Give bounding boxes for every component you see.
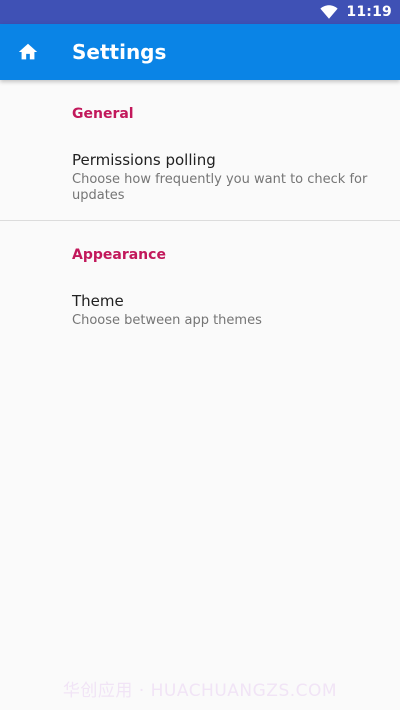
- page-title: Settings: [72, 40, 167, 64]
- watermark: 华创应用 · HUACHUANGZS.COM: [62, 681, 338, 701]
- status-bar: 11:19: [0, 0, 400, 24]
- pref-title: Theme: [72, 292, 124, 310]
- category-general: General: [72, 106, 134, 122]
- pref-summary: Choose between app themes: [72, 313, 262, 328]
- pref-theme[interactable]: Theme Choose between app themes: [0, 273, 400, 345]
- status-time: 11:19: [346, 4, 392, 20]
- settings-list: General Permissions polling Choose how f…: [0, 80, 400, 345]
- pref-title: Permissions polling: [72, 151, 216, 169]
- home-icon: [18, 43, 38, 60]
- pref-permissions-polling[interactable]: Permissions polling Choose how frequentl…: [0, 132, 400, 220]
- pref-summary: Choose how frequently you want to check …: [72, 172, 368, 203]
- app-bar: Settings: [0, 24, 400, 80]
- category-appearance: Appearance: [72, 247, 166, 263]
- wifi-icon: [320, 5, 339, 19]
- home-button[interactable]: [0, 24, 56, 80]
